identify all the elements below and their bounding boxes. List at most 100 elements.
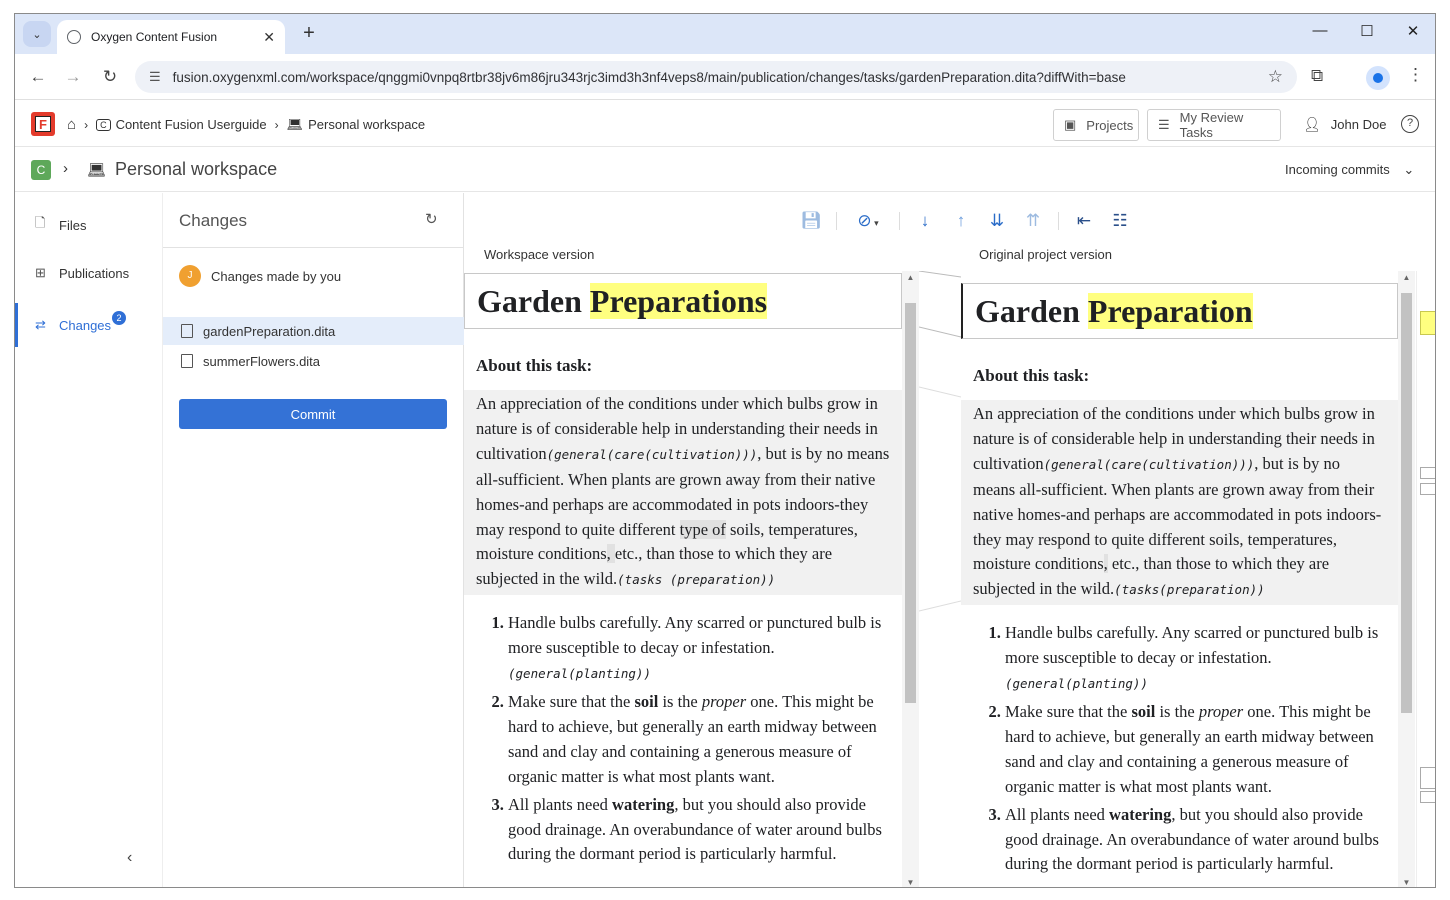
step-item: Handle bulbs carefully. Any scarred or p… (508, 611, 890, 687)
sidebar-item-changes[interactable]: ⇄ Changes 2 (15, 303, 163, 347)
help-icon[interactable]: ? (1401, 115, 1419, 133)
change-marker[interactable] (1420, 767, 1435, 789)
project-badge[interactable]: C (31, 160, 51, 180)
sidebar-item-label: Publications (59, 265, 130, 281)
workspace-version-pane[interactable]: Garden Preparations About this task: An … (464, 271, 902, 887)
original-version-pane[interactable]: Garden Preparation About this task: An a… (961, 271, 1398, 887)
collapse-sidebar-icon[interactable]: ‹ (127, 849, 132, 867)
scroll-up-icon[interactable]: ▲ (1398, 273, 1415, 282)
bookmark-star-icon[interactable]: ☆ (1268, 67, 1283, 87)
step-text: Handle bulbs carefully. Any scarred or p… (1005, 623, 1379, 668)
project-header: C › 💻︎ Personal workspace Incoming commi… (15, 148, 1435, 192)
browser-menu-icon[interactable]: ⋮ (1407, 65, 1424, 85)
previous-change-icon[interactable]: ↑ (950, 211, 972, 231)
left-pane-scrollbar[interactable]: ▲ ▼ (902, 271, 919, 887)
accept-all-changes-icon[interactable]: ☷ (1109, 211, 1131, 231)
step-text: All plants need (508, 794, 613, 814)
url-bar[interactable]: ☰ fusion.oxygenxml.com/workspace/qnggmi0… (135, 61, 1297, 93)
app-logo[interactable]: F (31, 112, 55, 136)
title-text: Garden (477, 283, 590, 319)
step-text: is the (1155, 701, 1199, 721)
scroll-down-icon[interactable]: ▼ (1398, 878, 1415, 887)
left-sidebar: 🗋︎ Files ⊞ Publications ⇄ Changes 2 ‹ (15, 193, 163, 887)
sidebar-item-label: Files (59, 217, 87, 233)
accept-change-icon[interactable]: ⇤ (1073, 211, 1095, 231)
list-icon: ☰ (1158, 117, 1170, 132)
file-icon: 🗋︎ (35, 215, 46, 230)
step-text: All plants need (1005, 804, 1110, 824)
step-bold: soil (634, 691, 659, 711)
commit-button[interactable]: Commit (179, 399, 447, 429)
home-icon[interactable]: ⌂ (67, 116, 76, 133)
site-info-icon[interactable]: ☰ (149, 69, 161, 85)
scroll-thumb[interactable] (1401, 293, 1412, 713)
app-header: F ⌂ › C Content Fusion Userguide › 💻︎ Pe… (15, 101, 1435, 147)
sidebar-item-publications[interactable]: ⊞ Publications (15, 258, 163, 288)
next-change-icon[interactable]: ↓ (914, 211, 936, 231)
projects-button[interactable]: ▣ Projects (1053, 109, 1139, 141)
forward-button[interactable]: → (62, 66, 84, 88)
change-marker[interactable] (1420, 311, 1435, 335)
right-pane-scrollbar[interactable]: ▲ ▼ (1398, 271, 1415, 887)
step-bold: watering (612, 794, 675, 814)
new-tab-button[interactable]: + (297, 22, 321, 46)
changed-file-row[interactable]: gardenPreparation.dita (163, 317, 464, 345)
scroll-thumb[interactable] (905, 303, 916, 703)
change-marker[interactable] (1420, 791, 1435, 803)
divider (836, 212, 837, 230)
review-tasks-label: My Review Tasks (1179, 110, 1244, 140)
profile-avatar[interactable] (1366, 66, 1390, 90)
sd-keywords: (general(care(cultivation))) (1043, 456, 1255, 472)
scroll-down-icon[interactable]: ▼ (902, 878, 919, 887)
back-button[interactable]: ← (27, 66, 49, 88)
divider (163, 247, 464, 248)
maximize-button[interactable]: ☐ (1352, 22, 1382, 40)
step-bold: watering (1109, 804, 1172, 824)
change-marker[interactable] (1420, 467, 1435, 479)
minimize-button[interactable]: — (1305, 22, 1335, 39)
refresh-icon[interactable]: ↻ (425, 210, 438, 228)
changes-panel: Changes ↻ J Changes made by you gardenPr… (163, 193, 464, 887)
projects-label: Projects (1086, 117, 1134, 133)
changes-count-badge: 2 (112, 311, 126, 325)
browser-tab[interactable]: Oxygen Content Fusion ✕ (57, 20, 285, 54)
diff-overview-ruler[interactable] (1416, 271, 1435, 887)
review-tasks-button[interactable]: ☰ My Review Tasks (1147, 109, 1281, 141)
scroll-up-icon[interactable]: ▲ (902, 273, 919, 282)
step-item: Make sure that the soil is the proper on… (1005, 700, 1386, 800)
sidebar-item-files[interactable]: 🗋︎ Files (15, 210, 163, 240)
first-change-icon[interactable]: ⇈ (1022, 211, 1044, 231)
file-name: summerFlowers.dita (203, 353, 321, 369)
breadcrumb-project[interactable]: Content Fusion Userguide (116, 117, 267, 132)
changes-title: Changes (179, 211, 248, 230)
left-pane-label: Workspace version (484, 247, 595, 262)
incoming-commits-dropdown[interactable]: Incoming commits ⌄ (1285, 162, 1414, 178)
user-menu[interactable]: 👤︎ John Doe (1303, 116, 1386, 133)
diff-options-dropdown[interactable]: ⊘ ▾ (851, 211, 885, 231)
document-title: Garden Preparation (961, 283, 1398, 339)
globe-icon (67, 30, 81, 44)
step-italic: proper (701, 691, 747, 711)
step-text: is the (658, 691, 702, 711)
change-marker[interactable] (1420, 483, 1435, 495)
diff-view: 💾︎ ⊘ ▾ ↓ ↑ ⇊ ⇈ ⇤ ☷ Workspace version Ori… (464, 193, 1435, 887)
file-name: gardenPreparation.dita (203, 323, 336, 339)
close-tab-icon[interactable]: ✕ (263, 29, 275, 46)
step-item: All plants need watering, but you should… (1005, 803, 1386, 878)
laptop-icon: 💻︎ (87, 162, 107, 179)
steps-list: Handle bulbs carefully. Any scarred or p… (464, 611, 902, 867)
reload-button[interactable]: ↻ (99, 66, 121, 88)
step-item: Handle bulbs carefully. Any scarred or p… (1005, 621, 1386, 697)
step-item: Make sure that the soil is the proper on… (508, 690, 890, 790)
changed-file-row[interactable]: summerFlowers.dita (163, 347, 464, 375)
tab-title: Oxygen Content Fusion (91, 30, 218, 44)
save-icon[interactable]: 💾︎ (800, 211, 822, 231)
close-window-button[interactable]: ✕ (1398, 22, 1428, 40)
tab-search-button[interactable]: ⌄ (23, 21, 51, 47)
extensions-icon[interactable]: ⧉ (1311, 66, 1323, 86)
document-title: Garden Preparations (464, 273, 902, 329)
publication-tree-icon: ⊞ (35, 265, 46, 280)
last-change-icon[interactable]: ⇊ (986, 211, 1008, 231)
step-item: All plants need watering, but you should… (508, 793, 890, 868)
breadcrumb-workspace[interactable]: Personal workspace (308, 117, 425, 132)
